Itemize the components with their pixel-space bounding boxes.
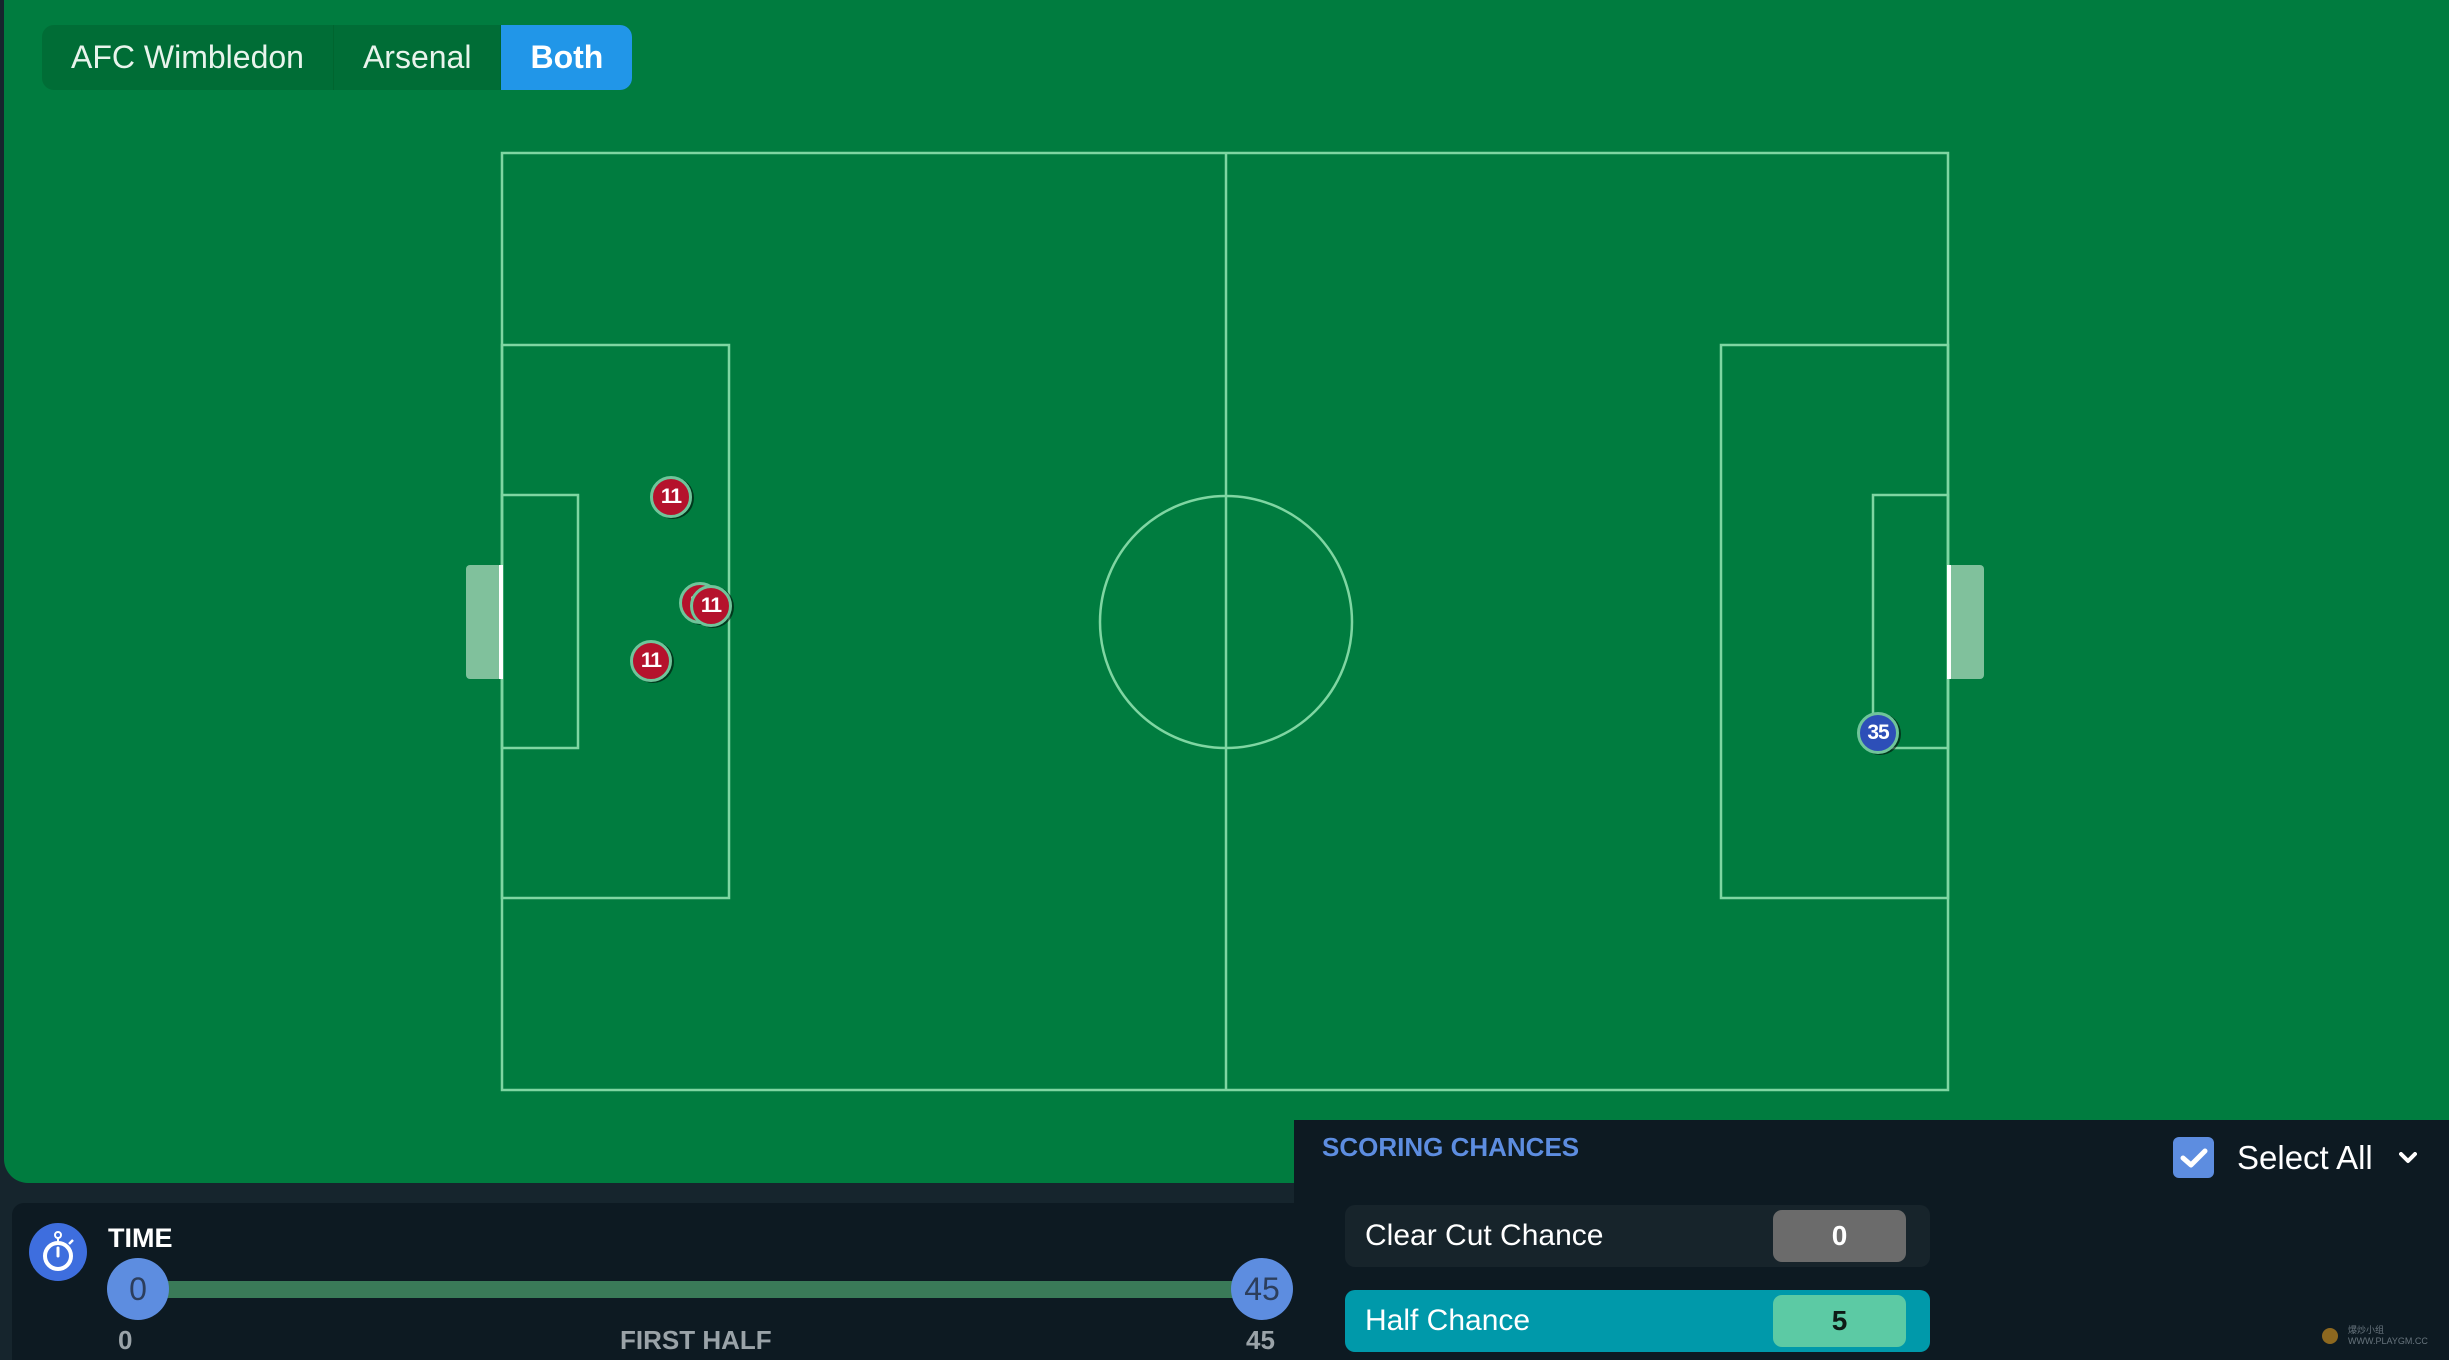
watermark-text: 爆炒小组 — [2348, 1325, 2385, 1335]
select-all-checkbox[interactable] — [2173, 1137, 2214, 1178]
watermark: 爆炒小组 WWW.PLAYGM.CC — [2322, 1325, 2428, 1347]
period-label: FIRST HALF — [620, 1325, 772, 1355]
tab-both[interactable]: Both — [501, 25, 633, 90]
select-all-label: Select All — [2237, 1138, 2373, 1176]
scoring-chances-panel: SCORING CHANCES Select All Clear Cut Cha… — [1294, 1120, 2449, 1360]
time-filter-panel: TIME 0 45 0 FIRST HALF 45 — [12, 1203, 1294, 1360]
chance-type-label: Clear Cut Chance — [1365, 1219, 1604, 1252]
time-slider-start-thumb[interactable]: 0 — [107, 1258, 169, 1320]
chance-count-badge: 5 — [1773, 1295, 1906, 1347]
chance-marker[interactable]: 35 — [1857, 712, 1899, 754]
scoring-chances-title: SCORING CHANCES — [1322, 1132, 1580, 1162]
chance-marker[interactable]: 11 — [650, 476, 692, 518]
chance-marker[interactable]: 11 — [690, 585, 732, 627]
chance-type-label: Half Chance — [1365, 1304, 1531, 1337]
team-filter-tabs: AFC Wimbledon Arsenal Both — [42, 25, 633, 90]
watermark-logo-icon — [2322, 1328, 2338, 1344]
left-goal — [466, 565, 502, 679]
right-six-yard-box — [1871, 493, 1950, 750]
right-penalty-box — [1719, 343, 1950, 900]
time-min-label: 0 — [118, 1325, 133, 1355]
time-label: TIME — [108, 1223, 173, 1253]
select-all-dropdown[interactable]: Select All — [2173, 1137, 2417, 1178]
checkmark-icon — [2180, 1148, 2207, 1167]
tab-arsenal[interactable]: Arsenal — [334, 25, 502, 90]
chance-type-clear-cut[interactable]: Clear Cut Chance 0 — [1345, 1205, 1930, 1267]
time-slider-end-thumb[interactable]: 45 — [1231, 1258, 1293, 1320]
watermark-url: WWW.PLAYGM.CC — [2348, 1336, 2428, 1346]
pitch-panel: AFC Wimbledon Arsenal Both 11 11 11 11 3… — [4, 0, 2449, 1183]
tab-afc-wimbledon[interactable]: AFC Wimbledon — [42, 25, 334, 90]
time-max-label: 45 — [1246, 1325, 1275, 1355]
left-six-yard-box — [500, 493, 580, 750]
time-slider-track[interactable] — [140, 1281, 1250, 1298]
chance-type-half-chance[interactable]: Half Chance 5 — [1345, 1290, 1930, 1352]
pitch-lines — [466, 151, 1984, 1092]
stopwatch-icon — [29, 1223, 87, 1281]
chance-count-badge: 0 — [1773, 1210, 1906, 1262]
chevron-down-icon[interactable] — [2398, 1151, 2417, 1164]
right-goal — [1948, 565, 1984, 679]
chance-marker[interactable]: 11 — [630, 640, 672, 682]
